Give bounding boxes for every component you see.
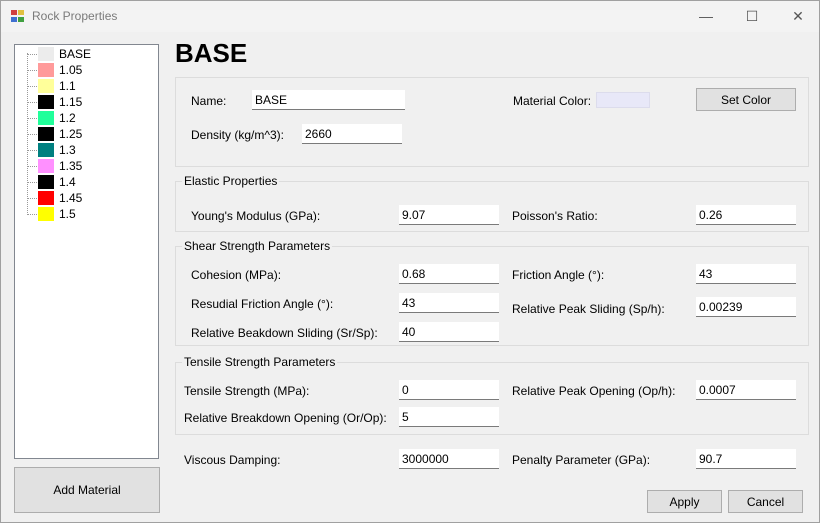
material-tree-item[interactable]: 1.1 xyxy=(15,78,155,94)
material-color-icon xyxy=(38,175,54,189)
material-tree-item[interactable]: 1.35 xyxy=(15,158,155,174)
youngs-modulus-input[interactable] xyxy=(399,205,499,225)
title-bar[interactable]: Rock Properties — ☐ ✕ xyxy=(1,1,819,32)
material-tree-item[interactable]: 1.25 xyxy=(15,126,155,142)
cohesion-input[interactable] xyxy=(399,264,499,284)
material-tree-item[interactable]: 1.2 xyxy=(15,110,155,126)
relative-peak-sliding-label: Relative Peak Sliding (Sp/h): xyxy=(512,302,665,316)
rock-properties-window: Rock Properties — ☐ ✕ BASE 1.05 1.1 1.15 1.2… xyxy=(0,0,820,523)
tensile-strength-label: Tensile Strength (MPa): xyxy=(184,384,310,398)
relative-breakdown-opening-label: Relative Breakdown Opening (Or/Op): xyxy=(184,411,387,425)
material-color-icon xyxy=(38,63,54,77)
viscous-damping-input[interactable] xyxy=(399,449,499,469)
friction-angle-input[interactable] xyxy=(696,264,796,284)
density-input[interactable] xyxy=(302,124,402,144)
friction-angle-label: Friction Angle (°): xyxy=(512,268,605,282)
material-tree-label: 1.45 xyxy=(59,191,83,205)
material-color-icon xyxy=(38,95,54,109)
material-color-icon xyxy=(38,111,54,125)
material-tree-item[interactable]: BASE xyxy=(15,46,155,62)
maximize-icon[interactable]: ☐ xyxy=(729,1,775,32)
close-icon[interactable]: ✕ xyxy=(775,1,820,32)
material-tree-label: 1.15 xyxy=(59,95,83,109)
material-tree-label: 1.25 xyxy=(59,127,83,141)
material-color-icon xyxy=(38,159,54,173)
material-tree-label: 1.4 xyxy=(59,175,76,189)
material-tree-item[interactable]: 1.4 xyxy=(15,174,155,190)
tensile-group-title: Tensile Strength Parameters xyxy=(182,355,338,369)
apply-button[interactable]: Apply xyxy=(647,490,722,513)
material-tree-label: 1.1 xyxy=(59,79,76,93)
relative-breakdown-sliding-label: Relative Beakdown Sliding (Sr/Sp): xyxy=(191,326,378,340)
relative-peak-sliding-input[interactable] xyxy=(696,297,796,317)
residual-friction-angle-label: Resudial Friction Angle (°): xyxy=(191,297,334,311)
material-color-icon xyxy=(38,143,54,157)
material-color-swatch xyxy=(596,92,650,108)
material-color-icon xyxy=(38,79,54,93)
material-tree-label: 1.05 xyxy=(59,63,83,77)
material-tree-item[interactable]: 1.15 xyxy=(15,94,155,110)
material-tree-item[interactable]: 1.5 xyxy=(15,206,155,222)
relative-breakdown-opening-input[interactable] xyxy=(399,407,499,427)
cohesion-label: Cohesion (MPa): xyxy=(191,268,282,282)
material-tree-item[interactable]: 1.05 xyxy=(15,62,155,78)
material-tree-label: BASE xyxy=(59,47,92,61)
penalty-parameter-input[interactable] xyxy=(696,449,796,469)
add-material-button[interactable]: Add Material xyxy=(14,467,160,513)
penalty-parameter-label: Penalty Parameter (GPa): xyxy=(512,453,651,467)
material-tree-label: 1.35 xyxy=(59,159,83,173)
residual-friction-angle-input[interactable] xyxy=(399,293,499,313)
material-tree[interactable]: BASE 1.05 1.1 1.15 1.2 1.25 1.3 1.35 1.4 1.45 1.5 xyxy=(14,44,159,459)
elastic-group-title: Elastic Properties xyxy=(182,174,280,188)
poisson-ratio-label: Poisson's Ratio: xyxy=(512,209,598,223)
name-label: Name: xyxy=(191,94,227,108)
relative-peak-opening-label: Relative Peak Opening (Op/h): xyxy=(512,384,676,398)
material-tree-label: 1.2 xyxy=(59,111,76,125)
poisson-ratio-input[interactable] xyxy=(696,205,796,225)
material-tree-label: 1.3 xyxy=(59,143,76,157)
app-icon xyxy=(11,10,25,23)
cancel-button[interactable]: Cancel xyxy=(728,490,803,513)
youngs-modulus-label: Young's Modulus (GPa): xyxy=(191,209,321,223)
material-tree-item[interactable]: 1.3 xyxy=(15,142,155,158)
page-title: BASE xyxy=(175,38,248,68)
viscous-damping-label: Viscous Damping: xyxy=(184,453,281,467)
material-color-label: Material Color: xyxy=(513,94,592,108)
material-color-icon xyxy=(38,127,54,141)
shear-group-title: Shear Strength Parameters xyxy=(182,239,333,253)
minimize-icon[interactable]: — xyxy=(683,1,729,32)
set-color-button[interactable]: Set Color xyxy=(696,88,796,111)
tensile-strength-input[interactable] xyxy=(399,380,499,400)
relative-breakdown-sliding-input[interactable] xyxy=(399,322,499,342)
material-color-icon xyxy=(38,191,54,205)
density-label: Density (kg/m^3): xyxy=(191,128,284,142)
material-tree-label: 1.5 xyxy=(59,207,76,221)
material-tree-item[interactable]: 1.45 xyxy=(15,190,155,206)
name-input[interactable] xyxy=(252,90,405,110)
material-color-icon xyxy=(38,47,54,61)
material-color-icon xyxy=(38,207,54,221)
window-title: Rock Properties xyxy=(32,9,118,23)
relative-peak-opening-input[interactable] xyxy=(696,380,796,400)
